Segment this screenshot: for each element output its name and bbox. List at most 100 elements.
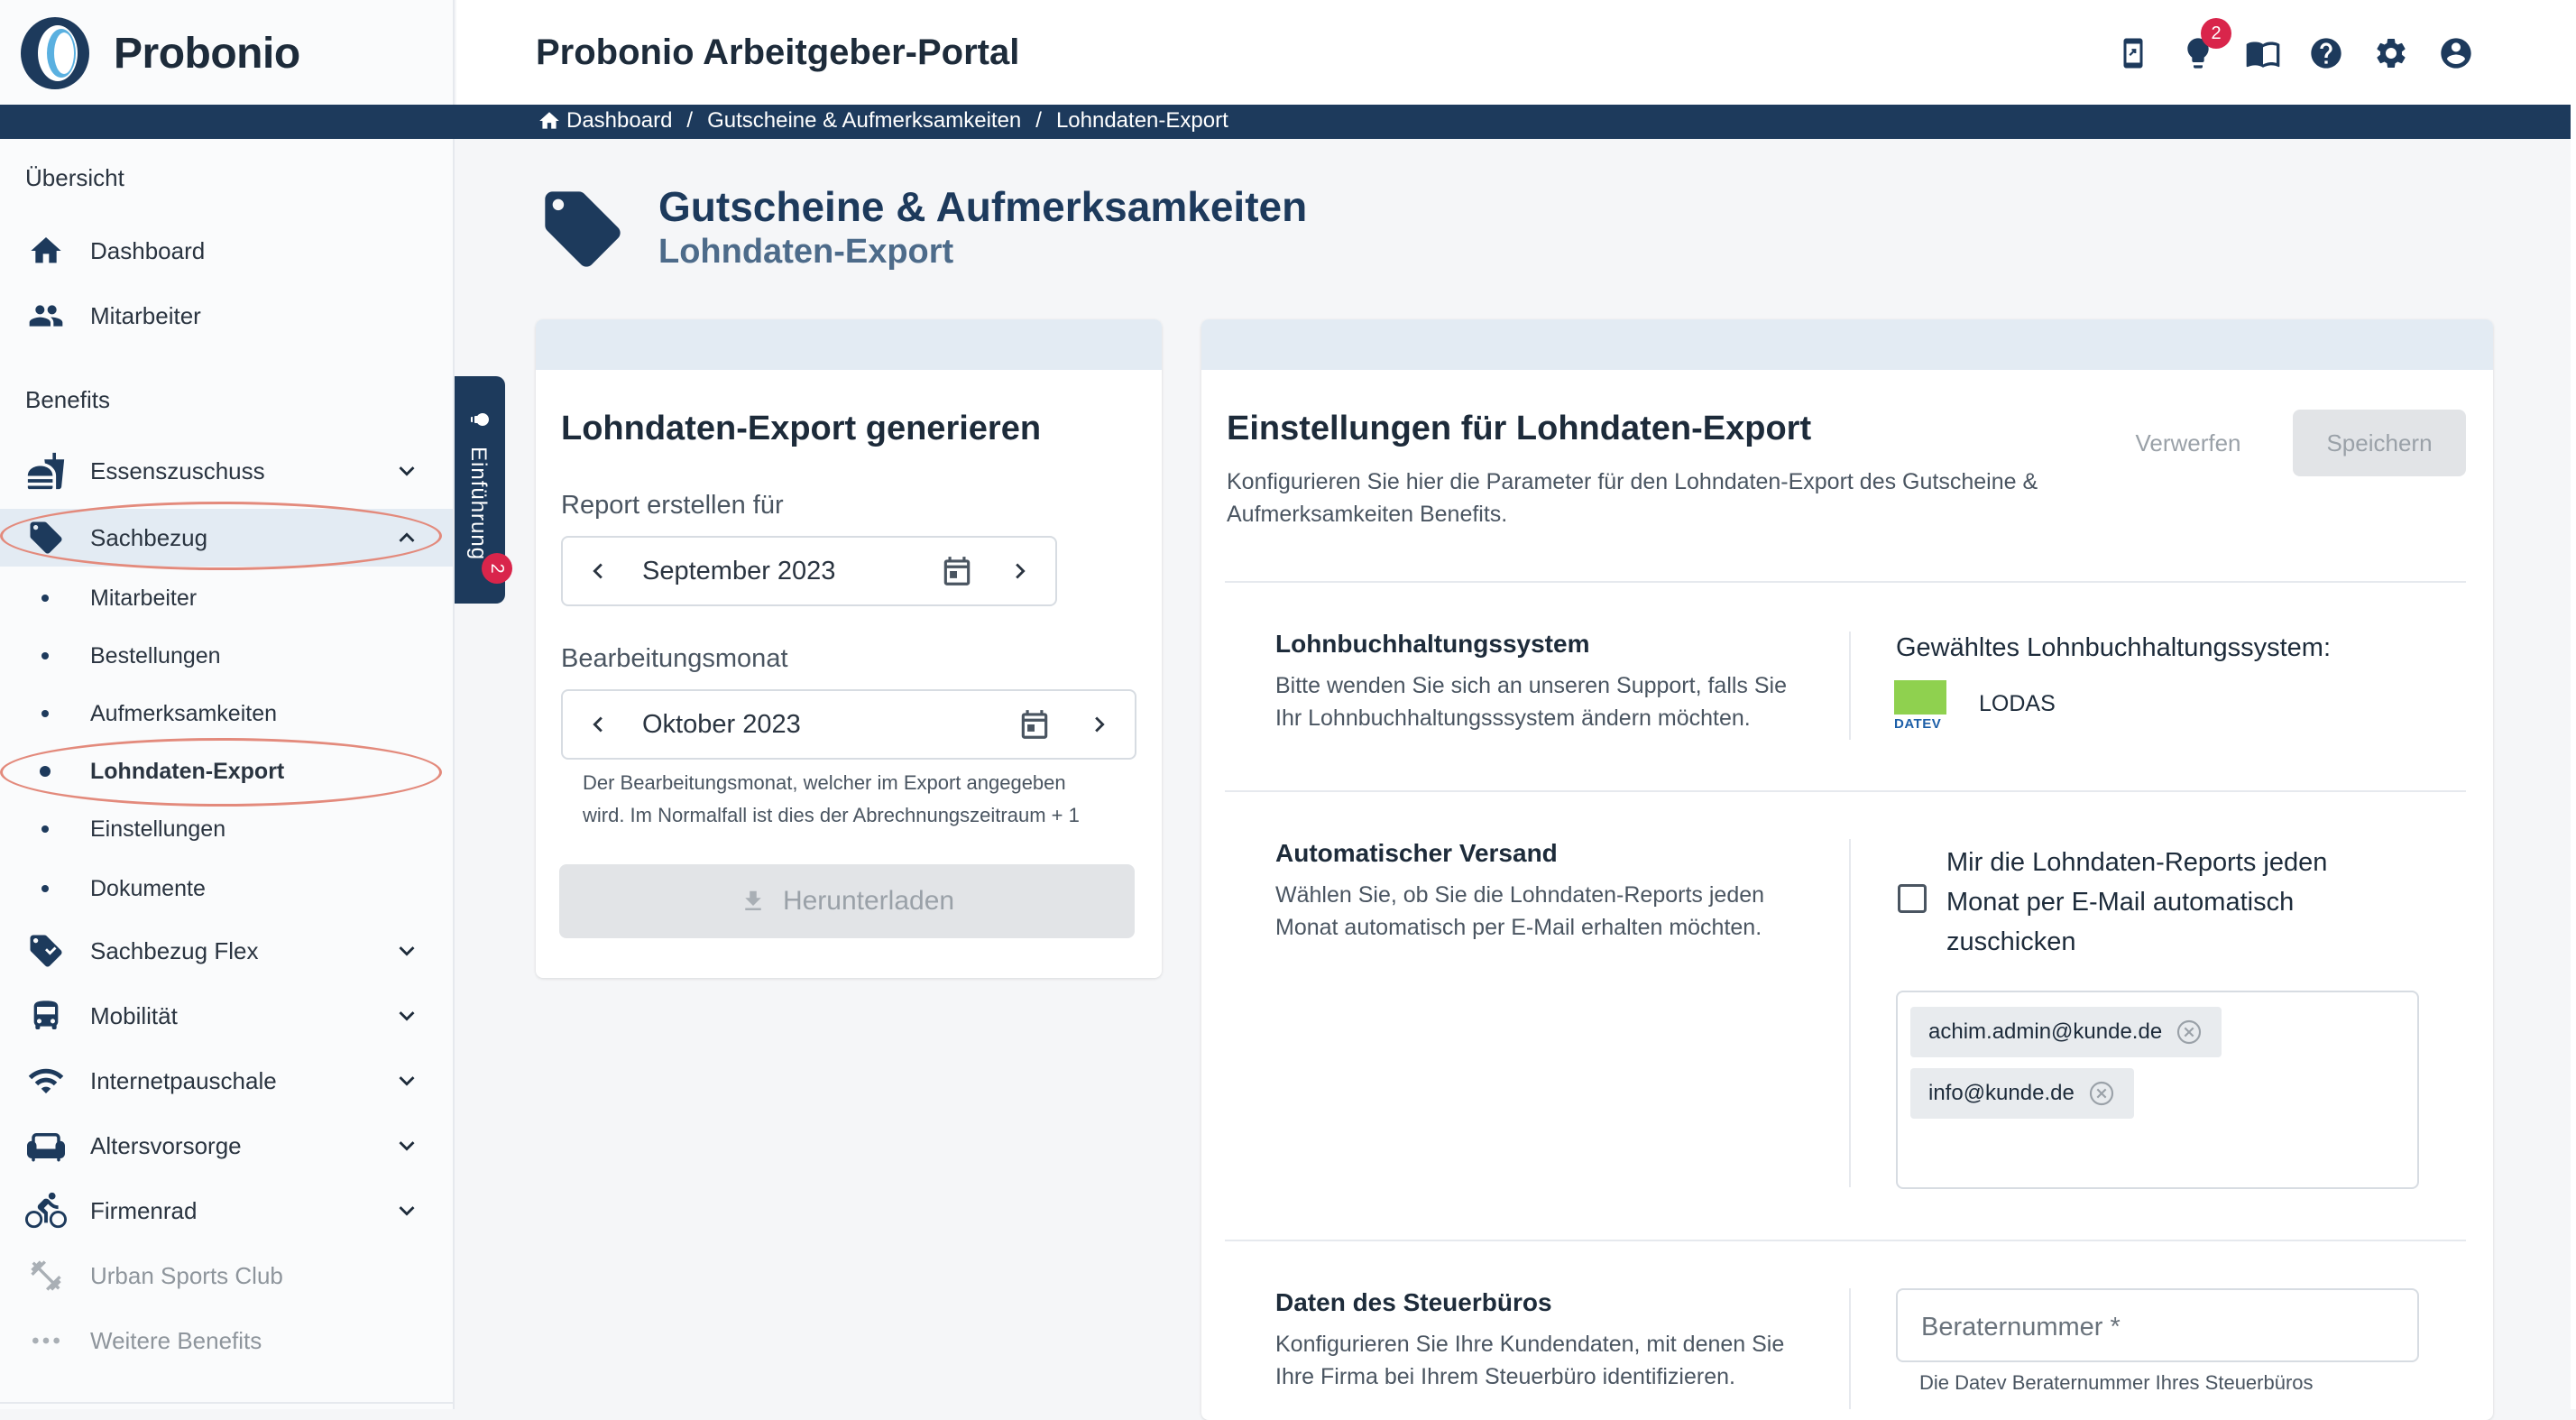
- sidebar-item-mitarbeiter[interactable]: Mitarbeiter: [0, 287, 453, 345]
- highlight-ellipse-sachbezug: [0, 502, 442, 570]
- chevron-down-icon[interactable]: [391, 1000, 422, 1031]
- chevron-right-icon[interactable]: [1005, 556, 1035, 586]
- selected-payroll-label: Gewähltes Lohnbuchhaltungssystem:: [1896, 633, 2332, 662]
- auto-send-checkbox[interactable]: [1898, 884, 1927, 913]
- settings-card-title: Einstellungen für Lohndaten-Export: [1227, 410, 1812, 447]
- sidebar-item-label: Mitarbeiter: [90, 301, 201, 329]
- payroll-system-value: LODAS: [1979, 691, 2056, 716]
- divider: [1225, 1240, 2466, 1241]
- sidebar-subitem-dokumente[interactable]: Dokumente: [0, 861, 453, 917]
- sidebar-item-label: Altersvorsorge: [90, 1131, 242, 1159]
- chevron-down-icon[interactable]: [391, 936, 422, 966]
- book-icon[interactable]: [2242, 32, 2284, 74]
- portal-title: Probonio Arbeitgeber-Portal: [536, 32, 1020, 72]
- account-icon[interactable]: [2435, 32, 2477, 74]
- wifi-icon: [25, 1060, 67, 1102]
- breadcrumb-dashboard[interactable]: Dashboard: [566, 108, 672, 134]
- logo[interactable]: Probonio: [16, 13, 300, 94]
- tax-office-description-line: Ihre Firma bei Ihrem Steuerbüro identifi…: [1275, 1364, 1735, 1389]
- settings-description: Konfigurieren Sie hier die Parameter für…: [1227, 466, 2038, 530]
- auto-send-heading: Automatischer Versand: [1275, 839, 1558, 867]
- intro-tab-label: Einführung: [466, 447, 491, 561]
- column-divider: [1849, 839, 1851, 1187]
- sidebar-item-label: Essenszuschuss: [90, 456, 265, 484]
- email-chip: info@kunde.de: [1910, 1068, 2134, 1119]
- bullet-dot: [41, 710, 49, 717]
- remove-chip-icon[interactable]: [2087, 1079, 2116, 1108]
- download-button-label: Herunterladen: [782, 886, 955, 916]
- sidebar-subitem-label: Aufmerksamkeiten: [90, 700, 278, 726]
- sidebar-item-dashboard[interactable]: Dashboard: [0, 222, 453, 280]
- sidebar-subitem-einstellungen[interactable]: Einstellungen: [0, 801, 453, 857]
- report-month-value: September 2023: [642, 556, 836, 586]
- datev-logo-text: DATEV: [1894, 716, 1942, 732]
- sidebar-item-firmenrad[interactable]: Firmenrad: [0, 1182, 453, 1240]
- intro-tab[interactable]: Einführung 2: [455, 376, 512, 604]
- bullet-dot: [41, 652, 49, 659]
- chevron-down-icon[interactable]: [391, 1130, 422, 1161]
- sidebar-item-urban-sports-club[interactable]: Urban Sports Club: [0, 1247, 453, 1305]
- mobile-app-icon[interactable]: [2112, 32, 2154, 74]
- calendar-icon[interactable]: [940, 554, 974, 588]
- auto-send-checkbox-label[interactable]: Mir die Lohndaten-Reports jeden Monat pe…: [1946, 843, 2379, 962]
- section-title-overview: Übersicht: [25, 164, 124, 191]
- email-chip: achim.admin@kunde.de: [1910, 1007, 2222, 1057]
- sidebar-item-weitere-benefits[interactable]: Weitere Benefits: [0, 1312, 453, 1369]
- help-icon[interactable]: [2305, 32, 2347, 74]
- divider: [0, 1402, 455, 1404]
- chevron-right-icon[interactable]: [1084, 709, 1115, 740]
- divider: [1225, 581, 2466, 583]
- download-button[interactable]: Herunterladen: [559, 864, 1135, 938]
- food-icon: [25, 450, 67, 492]
- sidebar-item-internetpauschale[interactable]: Internetpauschale: [0, 1052, 453, 1110]
- checkbox-label-line: Mir die Lohndaten-Reports jeden: [1946, 848, 2328, 877]
- card-header-band: [1201, 319, 2493, 370]
- sidebar-subitem-bestellungen[interactable]: Bestellungen: [0, 628, 453, 684]
- advisor-number-field[interactable]: [1896, 1288, 2419, 1362]
- advisor-number-input[interactable]: [1919, 1308, 2392, 1346]
- breadcrumb-separator: /: [1035, 108, 1042, 133]
- card-header-band: [536, 319, 1162, 370]
- sidebar-item-essenszuschuss[interactable]: Essenszuschuss: [0, 442, 453, 500]
- lightbulb-icon: [471, 413, 489, 426]
- sidebar-item-label: Dashboard: [90, 236, 206, 264]
- sidebar-item-altersvorsorge[interactable]: Altersvorsorge: [0, 1117, 453, 1175]
- dumbbell-icon: [25, 1255, 67, 1296]
- sidebar-item-label: Sachbezug Flex: [90, 936, 259, 964]
- email-chip-label: achim.admin@kunde.de: [1928, 1019, 2163, 1044]
- sidebar-item-label: Mobilität: [90, 1001, 178, 1029]
- save-button[interactable]: Speichern: [2293, 410, 2466, 476]
- chevron-left-icon[interactable]: [583, 556, 613, 586]
- sidebar-subitem-aufmerksamkeiten[interactable]: Aufmerksamkeiten: [0, 686, 453, 742]
- sidebar-item-sachbezug-flex[interactable]: Sachbezug Flex: [0, 922, 453, 980]
- home-icon[interactable]: [538, 109, 561, 133]
- processing-month-picker[interactable]: Oktober 2023: [561, 689, 1136, 760]
- section-title-benefits: Benefits: [25, 386, 110, 413]
- datev-logo: DATEV: [1894, 680, 1946, 733]
- breadcrumb-gutscheine[interactable]: Gutscheine & Aufmerksamkeiten: [707, 108, 1021, 134]
- payroll-description: Bitte wenden Sie sich an unseren Support…: [1275, 669, 1787, 734]
- chevron-down-icon[interactable]: [391, 456, 422, 486]
- breadcrumb-separator: /: [686, 108, 694, 133]
- calendar-icon[interactable]: [1017, 707, 1052, 742]
- sidebar-item-mobilitaet[interactable]: Mobilität: [0, 987, 453, 1045]
- tax-office-description: Konfigurieren Sie Ihre Kundendaten, mit …: [1275, 1328, 1784, 1393]
- chevron-down-icon[interactable]: [391, 1065, 422, 1096]
- chevron-down-icon[interactable]: [391, 1195, 422, 1226]
- divider: [0, 357, 455, 359]
- column-divider: [1849, 1288, 1851, 1409]
- sidebar-subitem-mitarbeiter[interactable]: Mitarbeiter: [0, 570, 453, 626]
- processing-hint-line: Der Bearbeitungsmonat, welcher im Export…: [583, 771, 1066, 794]
- bullet-dot: [41, 595, 49, 602]
- report-month-picker[interactable]: September 2023: [561, 536, 1057, 606]
- export-card-title: Lohndaten-Export generieren: [561, 410, 1042, 447]
- chevron-left-icon[interactable]: [583, 709, 613, 740]
- logo-text: Probonio: [114, 29, 300, 78]
- gear-icon[interactable]: [2370, 32, 2412, 74]
- payroll-description-line: Bitte wenden Sie sich an unseren Support…: [1275, 673, 1788, 698]
- checkbox-label-line: Monat per E-Mail automatisch: [1946, 888, 2295, 917]
- remove-chip-icon[interactable]: [2175, 1018, 2203, 1047]
- bicycle-icon: [25, 1190, 67, 1231]
- sofa-icon: [25, 1125, 67, 1166]
- discard-button[interactable]: Verwerfen: [2107, 410, 2269, 476]
